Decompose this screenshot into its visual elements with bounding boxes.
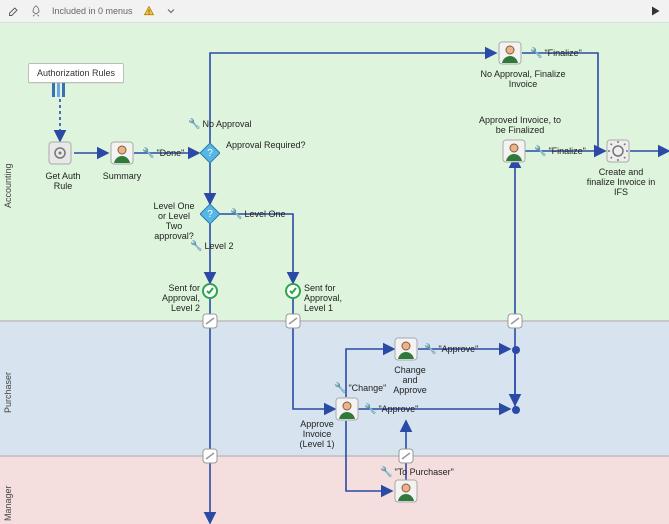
play-icon[interactable]: [649, 5, 661, 17]
warning-icon: [143, 5, 155, 17]
edge-label-level-one: 🔧Level One: [230, 209, 285, 220]
svg-text:?: ?: [207, 148, 213, 159]
wrench-icon: 🔧: [530, 48, 542, 59]
merge-node: [508, 342, 524, 358]
diagram-canvas[interactable]: Accounting Purchaser Manager: [0, 23, 669, 524]
task-change-approve[interactable]: [394, 337, 418, 361]
edge-label-approve: 🔧"Approve": [424, 344, 478, 355]
lane-crossing-icon: [202, 448, 218, 464]
annotation-text: Authorization Rules: [37, 68, 115, 78]
toolbar: Included in 0 menus: [0, 0, 669, 23]
lane-crossing-icon: [507, 313, 523, 329]
task-get-auth-rule[interactable]: [48, 141, 72, 165]
wrench-icon: 🔧: [334, 383, 346, 394]
caret-down-icon[interactable]: [165, 5, 177, 17]
edge-label-no-approval: 🔧No Approval: [188, 119, 251, 130]
menus-text[interactable]: Included in 0 menus: [52, 6, 133, 16]
task-approved-to-finalize[interactable]: [502, 139, 526, 163]
wrench-icon: 🔧: [380, 467, 392, 478]
task-label: Summary: [102, 171, 142, 181]
wrench-icon: 🔧: [142, 148, 154, 159]
svg-text:?: ?: [207, 209, 213, 220]
task-label: Create and finalize Invoice in IFS: [586, 167, 656, 197]
task-label: Changeand Approve: [385, 365, 435, 395]
task-approve-l1[interactable]: [335, 397, 359, 421]
edge-label-finalize: 🔧"Finalize": [534, 146, 586, 157]
task-label: Get Auth Rule: [36, 171, 90, 191]
edge-label: Approval Required?: [226, 140, 306, 150]
rocket-icon[interactable]: [30, 5, 42, 17]
edge-label-done: 🔧"Done": [142, 148, 184, 159]
gateway-level[interactable]: ?: [200, 204, 220, 224]
task-label: ApproveInvoice(Level 1): [296, 419, 338, 449]
task-label: No Approval, FinalizeInvoice: [478, 69, 568, 89]
edge-label: Level One or LevelTwo approval?: [150, 201, 198, 241]
wrench-icon: 🔧: [230, 209, 242, 220]
data-object-icon: [50, 81, 70, 99]
lane-crossing-icon: [285, 313, 301, 329]
event-sent-l1[interactable]: [285, 283, 301, 299]
edge-label-finalize: 🔧"Finalize": [530, 48, 582, 59]
wrench-icon: 🔧: [188, 119, 200, 130]
lane-crossing-icon: [398, 448, 414, 464]
lane-crossing-icon: [202, 313, 218, 329]
pencil-icon[interactable]: [8, 5, 20, 17]
edge-label-to-purchaser: 🔧"To Purchaser": [380, 467, 454, 478]
edge-label-level2: 🔧Level 2: [190, 241, 233, 252]
wrench-icon: 🔧: [534, 146, 546, 157]
task-create-finalize[interactable]: [606, 139, 630, 163]
event-sent-l2[interactable]: [202, 283, 218, 299]
merge-node: [508, 402, 524, 418]
event-label: Sent for Approval,Level 2: [138, 283, 200, 313]
edge-label-approve: 🔧"Approve": [364, 404, 418, 415]
task-summary[interactable]: [110, 141, 134, 165]
task-label: Approved Invoice, tobe Finalized: [476, 115, 564, 135]
gateway-approval-required[interactable]: ?: [200, 143, 220, 163]
event-label: Sent for Approval,Level 1: [304, 283, 374, 313]
edge-label-change: 🔧"Change": [334, 383, 386, 394]
wrench-icon: 🔧: [364, 404, 376, 415]
wrench-icon: 🔧: [424, 344, 436, 355]
task-to-purchaser[interactable]: [394, 479, 418, 503]
task-no-approval-finalize[interactable]: [498, 41, 522, 65]
annotation-auth-rules: Authorization Rules: [28, 63, 124, 83]
wrench-icon: 🔧: [190, 241, 202, 252]
